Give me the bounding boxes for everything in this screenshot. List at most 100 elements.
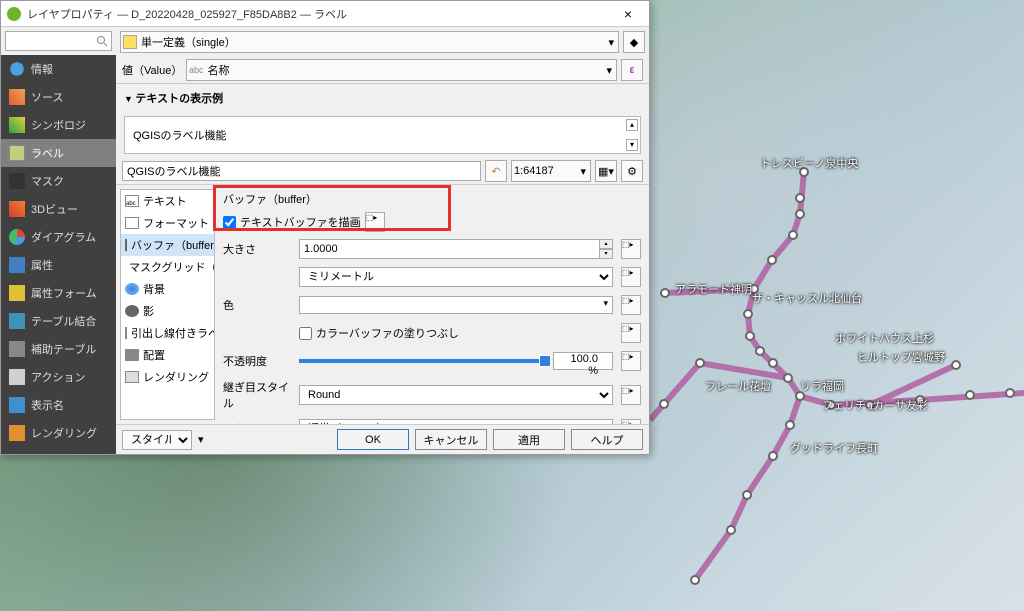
map-node[interactable] xyxy=(726,525,736,535)
map-node[interactable] xyxy=(690,575,700,585)
buffer-title: バッファ（buffer） xyxy=(223,189,641,209)
tree-item-rendering[interactable]: レンダリング xyxy=(121,366,214,388)
tree-item-format[interactable]: フォーマット xyxy=(121,212,214,234)
background-tree-icon xyxy=(125,283,139,295)
size-dd-button[interactable]: ⬚▸ xyxy=(621,239,641,259)
map-label: カーサ友彩 xyxy=(873,397,928,413)
map-node[interactable] xyxy=(1005,388,1015,398)
map-node[interactable] xyxy=(767,255,777,265)
map-node[interactable] xyxy=(745,331,755,341)
sample-text-input[interactable] xyxy=(122,161,481,181)
style-menu[interactable]: スタイル xyxy=(122,430,192,450)
map-node[interactable] xyxy=(659,399,669,409)
label-mode-help-button[interactable]: ◆ xyxy=(623,31,645,53)
map-node[interactable] xyxy=(743,309,753,319)
map-label: ザ・キャッスル北仙台 xyxy=(752,290,862,306)
sidebar: 情報ソースシンボロジラベルマスク3Dビューダイアグラム属性属性フォームテーブル結… xyxy=(1,27,116,454)
map-node[interactable] xyxy=(783,373,793,383)
size-unit-select[interactable]: ミリメートル xyxy=(299,267,613,287)
symbology-icon xyxy=(9,117,25,133)
expression-button[interactable]: ε xyxy=(621,59,643,81)
sidebar-item-render[interactable]: レンダリング xyxy=(1,419,116,447)
value-field-combo[interactable]: abc名称▾ xyxy=(186,59,617,81)
blend-mode-select[interactable]: 通常（Normal） xyxy=(299,419,613,424)
aux-icon xyxy=(9,341,25,357)
map-node[interactable] xyxy=(695,358,705,368)
opacity-dd-button[interactable]: ⬚▸ xyxy=(621,351,641,371)
titlebar[interactable]: レイヤプロパティ — D_20220428_025927_F85DA8B2 — … xyxy=(1,1,649,27)
map-node[interactable] xyxy=(788,230,798,240)
reset-sample-button[interactable]: ↶ xyxy=(485,160,507,182)
sidebar-item-join[interactable]: テーブル結合 xyxy=(1,307,116,335)
search-input[interactable] xyxy=(5,31,112,51)
tree-item-callout[interactable]: 引出し線付きラベ xyxy=(121,322,214,344)
sidebar-item-mask[interactable]: マスク xyxy=(1,167,116,195)
preview-up-button[interactable]: ▴ xyxy=(626,119,638,131)
label-icon xyxy=(9,145,25,161)
map-node[interactable] xyxy=(965,390,975,400)
map-node[interactable] xyxy=(742,490,752,500)
sidebar-item-display[interactable]: 表示名 xyxy=(1,391,116,419)
draw-buffer-dd-button[interactable]: ⬚▸ xyxy=(365,212,385,232)
sidebar-item-attr[interactable]: 属性 xyxy=(1,251,116,279)
scale-tool-button[interactable]: ▦▾ xyxy=(595,160,617,182)
sidebar-item-symbology[interactable]: シンボロジ xyxy=(1,111,116,139)
scale-combo[interactable]: 1:64187▾ xyxy=(511,160,591,182)
sidebar-item-action[interactable]: アクション xyxy=(1,363,116,391)
sidebar-item-info[interactable]: 情報 xyxy=(1,55,116,83)
color-fill-checkbox[interactable] xyxy=(299,327,312,340)
3d-icon xyxy=(9,201,25,217)
map-label: ホワイトハウス上杉 xyxy=(835,330,934,346)
preview-settings-button[interactable]: ⚙ xyxy=(621,160,643,182)
attr-icon xyxy=(9,257,25,273)
map-node[interactable] xyxy=(660,288,670,298)
tree-item-placement[interactable]: 配置 xyxy=(121,344,214,366)
rendering-tree-icon xyxy=(125,371,139,383)
blend-dd-button[interactable]: ⬚▸ xyxy=(621,419,641,424)
size-spin[interactable]: ▴▾ xyxy=(299,239,613,259)
color-fill-dd-button[interactable]: ⬚▸ xyxy=(621,323,641,343)
map-label: リラ福岡 xyxy=(800,378,844,394)
close-icon[interactable]: × xyxy=(613,6,643,22)
draw-buffer-checkbox[interactable] xyxy=(223,216,236,229)
map-node[interactable] xyxy=(951,360,961,370)
qgis-icon xyxy=(7,7,21,21)
sidebar-item-form[interactable]: 属性フォーム xyxy=(1,279,116,307)
help-button[interactable]: ヘルプ xyxy=(571,429,643,450)
cancel-button[interactable]: キャンセル xyxy=(415,429,487,450)
map-label: アラモード神明 xyxy=(675,281,752,297)
tree-item-text[interactable]: テキスト xyxy=(121,190,214,212)
tree-item-maskgrid[interactable]: マスクグリッド（M xyxy=(121,256,214,278)
tree-item-shadow[interactable]: 影 xyxy=(121,300,214,322)
map-node[interactable] xyxy=(785,420,795,430)
color-dd-button[interactable]: ⬚▸ xyxy=(621,295,641,315)
preview-down-button[interactable]: ▾ xyxy=(626,139,638,151)
label-mode-combo[interactable]: 単一定義（single）▾ xyxy=(120,31,619,53)
map-node[interactable] xyxy=(795,193,805,203)
opacity-slider[interactable]: 100.0 % xyxy=(299,352,613,370)
ok-button[interactable]: OK xyxy=(337,429,409,450)
join-dd-button[interactable]: ⬚▸ xyxy=(621,385,641,405)
join-style-select[interactable]: Round xyxy=(299,385,613,405)
sidebar-item-source[interactable]: ソース xyxy=(1,83,116,111)
sidebar-item-3d[interactable]: 3Dビュー xyxy=(1,195,116,223)
tree-item-background[interactable]: 背景 xyxy=(121,278,214,300)
text-tree-icon xyxy=(125,195,139,207)
apply-button[interactable]: 適用 xyxy=(493,429,565,450)
size-unit-dd-button[interactable]: ⬚▸ xyxy=(621,267,641,287)
map-node[interactable] xyxy=(795,209,805,219)
sidebar-search xyxy=(1,27,116,55)
mask-icon xyxy=(9,173,25,189)
map-node[interactable] xyxy=(755,346,765,356)
color-label: 色 xyxy=(223,297,291,313)
preview-header[interactable]: テキストの表示例 xyxy=(116,83,649,112)
sidebar-item-aux[interactable]: 補助テーブル xyxy=(1,335,116,363)
map-node[interactable] xyxy=(768,451,778,461)
sidebar-item-label[interactable]: ラベル xyxy=(1,139,116,167)
dialog-footer: スタイル ▾ OK キャンセル 適用 ヘルプ xyxy=(116,424,649,454)
map-label: グッドライフ長町 xyxy=(790,440,878,456)
tree-item-buffer[interactable]: バッファ（buffer） xyxy=(121,234,214,256)
color-swatch[interactable] xyxy=(299,296,613,314)
sidebar-item-diagram[interactable]: ダイアグラム xyxy=(1,223,116,251)
map-node[interactable] xyxy=(768,358,778,368)
